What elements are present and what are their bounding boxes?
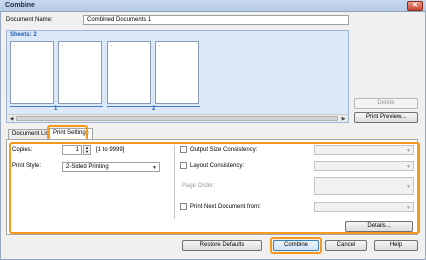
layout-consistency-checkbox[interactable] (180, 162, 187, 169)
output-size-consistency-select[interactable]: ▼ (314, 145, 414, 155)
scroll-left-icon[interactable]: ◀ (8, 116, 15, 122)
print-next-document-select[interactable]: ▼ (314, 202, 414, 212)
sheets-preview-panel: Sheets: 2 1 2 ◀ ▶ (6, 30, 349, 123)
details-button[interactable]: Details... (345, 221, 413, 232)
sheet-number-1: 1 (54, 106, 58, 112)
print-style-select[interactable]: 2-Sided Printing ▼ (62, 162, 160, 172)
layout-consistency-select[interactable]: ▼ (314, 161, 414, 171)
print-next-document-checkbox[interactable] (180, 203, 187, 210)
copies-range-label: [1 to 9999] (96, 147, 125, 153)
cancel-button[interactable]: Cancel (325, 240, 367, 251)
layout-consistency-label: Layout Consistency: (190, 163, 245, 169)
output-size-consistency-checkbox[interactable] (180, 146, 187, 153)
title-bar: Combine ✕ (0, 0, 426, 12)
sheet-page-2b[interactable] (155, 41, 199, 104)
sheet-page-1a[interactable] (10, 41, 54, 104)
copies-label: Copies: (12, 147, 33, 153)
scrollbar-thumb[interactable] (16, 116, 338, 121)
sheet-number-2: 2 (152, 106, 156, 112)
restore-defaults-button[interactable]: Restore Defaults (182, 240, 262, 251)
combine-button-highlight (270, 237, 322, 254)
help-button[interactable]: Help (374, 240, 418, 251)
document-name-input[interactable]: Combined Documents 1 (83, 15, 349, 25)
delete-button[interactable]: Delete (354, 98, 418, 109)
scroll-right-icon[interactable]: ▶ (340, 116, 347, 122)
copies-input[interactable]: 1 (62, 145, 82, 155)
print-style-value: 2-Sided Printing (66, 164, 109, 170)
column-divider (174, 145, 175, 219)
dropdown-arrow-icon: ▼ (152, 165, 157, 171)
sheet-page-1b[interactable] (58, 41, 102, 104)
page-order-label: Page Order: (182, 183, 215, 189)
close-button[interactable]: ✕ (407, 1, 423, 11)
output-size-consistency-label: Output Size Consistency: (190, 147, 258, 153)
close-icon: ✕ (412, 2, 418, 9)
print-style-label: Print Style: (12, 163, 42, 169)
dropdown-arrow-icon: ▼ (406, 184, 411, 190)
dropdown-arrow-icon: ▼ (406, 205, 411, 211)
sheets-count-label: Sheets: 2 (10, 32, 37, 38)
document-name-label: Document Name: (6, 17, 53, 23)
copies-stepper[interactable]: ▲ ▼ (83, 145, 91, 155)
print-next-document-label: Print Next Document from: (190, 204, 261, 210)
dropdown-arrow-icon: ▼ (406, 164, 411, 170)
sheet-page-2a[interactable] (107, 41, 151, 104)
window-title: Combine (5, 2, 35, 9)
print-preview-button[interactable]: Print Preview... (354, 112, 418, 123)
page-order-list[interactable]: ▼ (314, 177, 414, 195)
chevron-down-icon[interactable]: ▼ (84, 150, 90, 154)
sheets-horizontal-scrollbar[interactable]: ◀ ▶ (7, 114, 348, 122)
dropdown-arrow-icon: ▼ (406, 148, 411, 154)
